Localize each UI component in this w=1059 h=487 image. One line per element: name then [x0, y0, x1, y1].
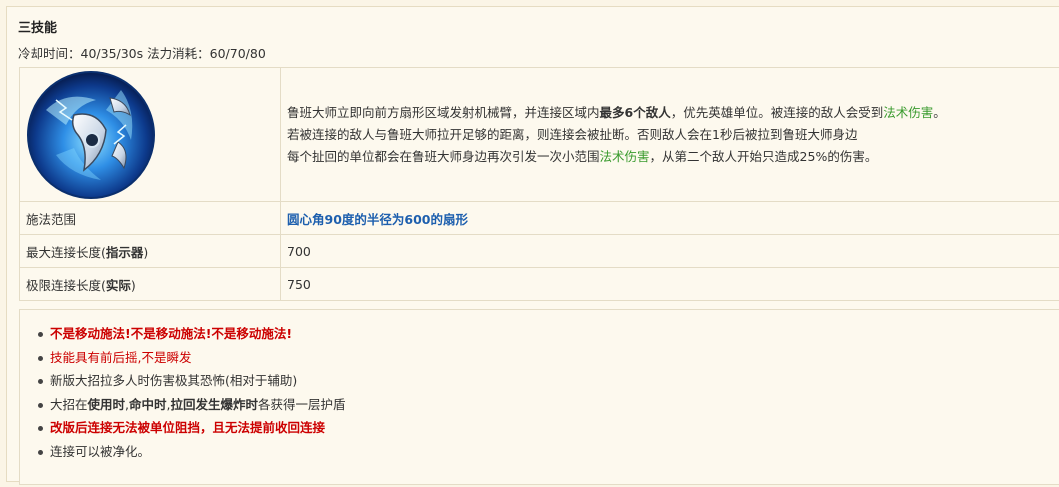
- desc-l3-text-1: 每个扯回的单位都会在鲁班大师身边再次引发一次小范围: [287, 148, 600, 164]
- max-link-length-label: 最大连接长度(指示器): [19, 234, 281, 268]
- desc-l1-text-2: ，优先英雄单位。被连接的敌人会受到: [670, 104, 884, 120]
- desc-l1-max-targets: 最多6个敌人: [599, 104, 671, 120]
- desc-l1-magic-damage: 法术伤害: [883, 104, 934, 120]
- note-item: 改版后连接无法被单位阻挡，且无法提前收回连接: [38, 416, 1059, 440]
- description-line-3: 每个扯回的单位都会在鲁班大师身边再次引发一次小范围法术伤害，从第二个敌人开始只造…: [287, 146, 1059, 168]
- max-link-length-value: 700: [280, 234, 1059, 268]
- cast-range-row: 施法范围 圆心角90度的半径为600的扇形: [19, 201, 1059, 235]
- cast-range-label-text: 施法范围: [26, 211, 77, 227]
- desc-l3-text-2: ，从第二个敌人开始只造成25%的伤害。: [649, 148, 878, 164]
- skill-panel: 三技能 冷却时间：40/35/30s 法力消耗：60/70/80 鲁班大师立即向…: [6, 6, 1059, 485]
- max-link-label-bold: 指示器: [105, 244, 144, 260]
- note-4-bold-2: 命中时: [129, 396, 167, 412]
- max-link-label-suffix: ): [143, 244, 149, 260]
- desc-l3-magic-damage: 法术伤害: [599, 148, 650, 164]
- max-link-length-row: 最大连接长度(指示器) 700: [19, 234, 1059, 268]
- note-5-text: 改版后连接无法被单位阻挡，且无法提前收回连接: [50, 420, 326, 435]
- note-6-text: 连接可以被净化。: [50, 443, 151, 459]
- skill-title: 三技能: [18, 21, 58, 36]
- note-item: 新版大招拉多人时伤害极其恐怖(相对于辅助): [38, 369, 1059, 393]
- description-line-1: 鲁班大师立即向前方扇形区域发射机械臂，并连接区域内最多6个敌人，优先英雄单位。被…: [287, 102, 1059, 124]
- description-line-2: 若被连接的敌人与鲁班大师拉开足够的距离，则连接会被扯断。否则敌人会在1秒后被拉到…: [287, 126, 858, 142]
- max-link-label-text: 最大连接长度(: [26, 244, 106, 260]
- note-item: 大招在使用时,命中时,拉回发生爆炸时各获得一层护盾: [38, 393, 1059, 417]
- note-4-text-2: 各获得一层护盾: [258, 396, 346, 412]
- cast-range-value: 圆心角90度的半径为600的扇形: [280, 201, 1059, 235]
- note-item: 技能具有前后摇,不是瞬发: [38, 346, 1059, 370]
- note-3-text: 新版大招拉多人时伤害极其恐怖(相对于辅助): [50, 373, 298, 388]
- cast-range-label: 施法范围: [19, 201, 281, 235]
- skill-info-table: 鲁班大师立即向前方扇形区域发射机械臂，并连接区域内最多6个敌人，优先英雄单位。被…: [19, 67, 1059, 301]
- notes-list: 不是移动施法!不是移动施法!不是移动施法! 技能具有前后摇,不是瞬发 新版大招拉…: [20, 310, 1059, 463]
- note-1-text: 不是移动施法!不是移动施法!不是移动施法!: [50, 326, 293, 341]
- skill-icon-cell: [19, 67, 281, 202]
- skill-mechanical-arm-icon: [26, 70, 156, 200]
- limit-link-length-label: 极限连接长度(实际): [19, 267, 281, 301]
- limit-link-length-row: 极限连接长度(实际) 750: [19, 267, 1059, 301]
- limit-link-label-suffix: ): [130, 277, 136, 293]
- desc-l1-text-1: 鲁班大师立即向前方扇形区域发射机械臂，并连接区域内: [287, 104, 600, 120]
- note-4-bold-3: 拉回发生爆炸时: [170, 396, 259, 412]
- desc-l1-text-3: 。: [933, 104, 946, 120]
- skill-description-row: 鲁班大师立即向前方扇形区域发射机械臂，并连接区域内最多6个敌人，优先英雄单位。被…: [19, 67, 1059, 202]
- limit-link-label-bold: 实际: [105, 277, 131, 293]
- limit-link-label-text: 极限连接长度(: [26, 277, 106, 293]
- notes-box: 不是移动施法!不是移动施法!不是移动施法! 技能具有前后摇,不是瞬发 新版大招拉…: [19, 309, 1059, 485]
- note-item: 连接可以被净化。: [38, 440, 1059, 464]
- note-2-text: 技能具有前后摇,不是瞬发: [50, 349, 192, 365]
- skill-cooldown-mana: 冷却时间：40/35/30s 法力消耗：60/70/80: [18, 46, 266, 61]
- note-item: 不是移动施法!不是移动施法!不是移动施法!: [38, 322, 1059, 346]
- skill-description-cell: 鲁班大师立即向前方扇形区域发射机械臂，并连接区域内最多6个敌人，优先英雄单位。被…: [280, 67, 1059, 202]
- note-4-text-1: 大招在: [50, 396, 88, 412]
- limit-link-length-value: 750: [280, 267, 1059, 301]
- note-4-bold-1: 使用时: [87, 396, 126, 412]
